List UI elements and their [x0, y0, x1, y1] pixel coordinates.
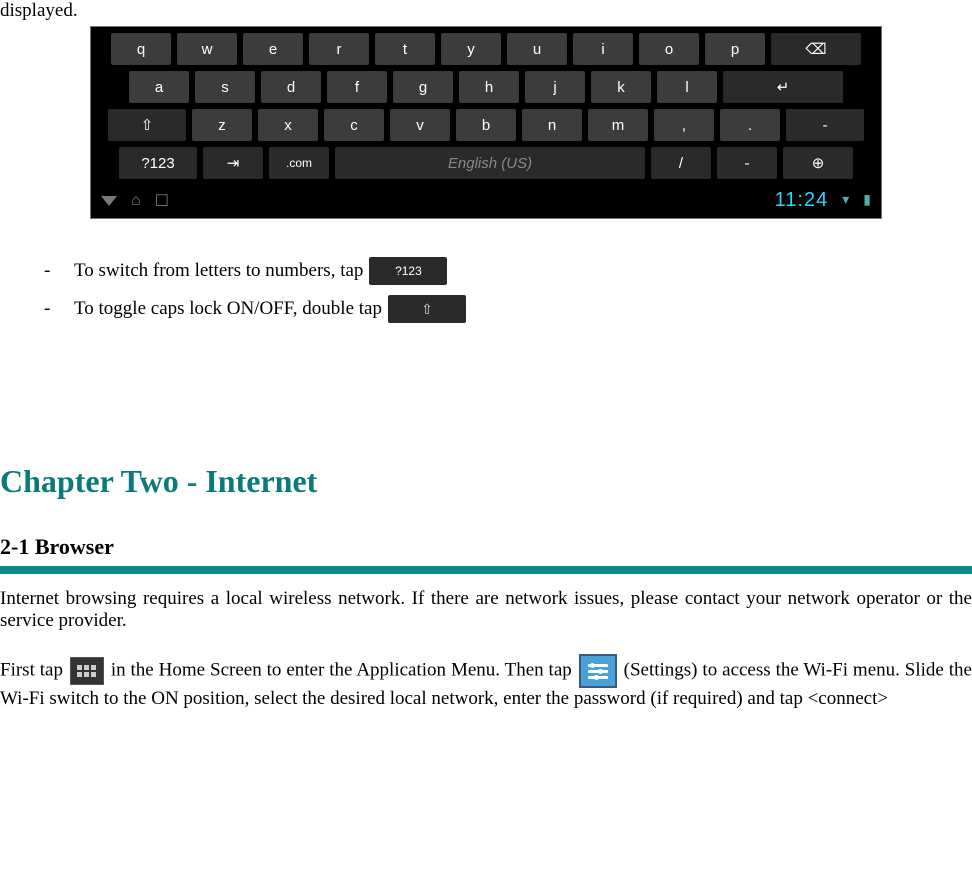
- key-g[interactable]: g: [393, 71, 453, 103]
- key-symbols[interactable]: ?123: [119, 147, 197, 179]
- key-p[interactable]: p: [705, 33, 765, 65]
- paragraph: Internet browsing requires a local wirel…: [0, 588, 972, 632]
- key-e[interactable]: e: [243, 33, 303, 65]
- key-x[interactable]: x: [258, 109, 318, 141]
- key-n[interactable]: n: [522, 109, 582, 141]
- chapter-heading: Chapter Two - Internet: [0, 463, 972, 500]
- key-slash[interactable]: /: [651, 147, 711, 179]
- bullet-text: To toggle caps lock ON/OFF, double tap: [74, 298, 382, 320]
- key-period[interactable]: .: [720, 109, 780, 141]
- key-comma[interactable]: ,: [654, 109, 714, 141]
- status-clock: 11:24: [775, 189, 829, 212]
- list-item: - To toggle caps lock ON/OFF, double tap…: [44, 295, 972, 323]
- key-dash[interactable]: -: [786, 109, 864, 141]
- key-l[interactable]: l: [657, 71, 717, 103]
- keyboard-row-2: a s d f g h j k l ↵: [97, 71, 875, 103]
- key-q[interactable]: q: [111, 33, 171, 65]
- key-dotcom[interactable]: .com: [269, 147, 329, 179]
- key-f[interactable]: f: [327, 71, 387, 103]
- key-b[interactable]: b: [456, 109, 516, 141]
- key-k[interactable]: k: [591, 71, 651, 103]
- key-i[interactable]: i: [573, 33, 633, 65]
- keyboard-screenshot: q w e r t y u i o p ⌫ a s d f: [90, 26, 882, 219]
- bullet-dash: -: [44, 260, 74, 282]
- key-space[interactable]: English (US): [335, 147, 645, 179]
- keyboard-row-1: q w e r t y u i o p ⌫: [97, 33, 875, 65]
- section-heading: 2-1 Browser: [0, 534, 972, 560]
- inline-key-shift: ⇧: [388, 295, 466, 323]
- system-navbar: ⌂ ☐ 11:24 ▾ ▮: [91, 185, 881, 218]
- leading-text: displayed.: [0, 0, 972, 22]
- apps-grid-icon: [70, 657, 104, 685]
- key-tab[interactable]: ⇥: [203, 147, 263, 179]
- inline-key-symbols: ?123: [369, 257, 447, 285]
- key-o[interactable]: o: [639, 33, 699, 65]
- key-z[interactable]: z: [192, 109, 252, 141]
- key-v[interactable]: v: [390, 109, 450, 141]
- key-t[interactable]: t: [375, 33, 435, 65]
- text-run: First tap: [0, 659, 68, 680]
- section-rule: [0, 566, 972, 574]
- battery-icon: ▮: [863, 192, 871, 209]
- paragraph: First tap in the Home Screen to enter th…: [0, 654, 972, 710]
- key-a[interactable]: a: [129, 71, 189, 103]
- instruction-list: - To switch from letters to numbers, tap…: [44, 257, 972, 323]
- key-dash[interactable]: -: [717, 147, 777, 179]
- bullet-dash: -: [44, 298, 74, 320]
- key-u[interactable]: u: [507, 33, 567, 65]
- keyboard-row-4: ?123 ⇥ .com English (US) / - ⊕: [97, 147, 875, 179]
- key-language[interactable]: ⊕: [783, 147, 853, 179]
- key-shift[interactable]: ⇧: [108, 109, 186, 141]
- key-enter[interactable]: ↵: [723, 71, 843, 103]
- key-s[interactable]: s: [195, 71, 255, 103]
- key-h[interactable]: h: [459, 71, 519, 103]
- key-m[interactable]: m: [588, 109, 648, 141]
- wifi-icon: ▾: [842, 192, 849, 209]
- key-y[interactable]: y: [441, 33, 501, 65]
- key-r[interactable]: r: [309, 33, 369, 65]
- keyboard-row-3: ⇧ z x c v b n m , . -: [97, 109, 875, 141]
- nav-recent-icon[interactable]: ☐: [155, 191, 169, 211]
- key-d[interactable]: d: [261, 71, 321, 103]
- nav-back-icon[interactable]: [101, 196, 117, 206]
- nav-home-icon[interactable]: ⌂: [131, 192, 141, 210]
- bullet-text: To switch from letters to numbers, tap: [74, 260, 363, 282]
- key-c[interactable]: c: [324, 109, 384, 141]
- key-w[interactable]: w: [177, 33, 237, 65]
- list-item: - To switch from letters to numbers, tap…: [44, 257, 972, 285]
- key-backspace[interactable]: ⌫: [771, 33, 861, 65]
- text-run: in the Home Screen to enter the Applicat…: [111, 659, 577, 680]
- settings-icon: [579, 654, 617, 688]
- key-j[interactable]: j: [525, 71, 585, 103]
